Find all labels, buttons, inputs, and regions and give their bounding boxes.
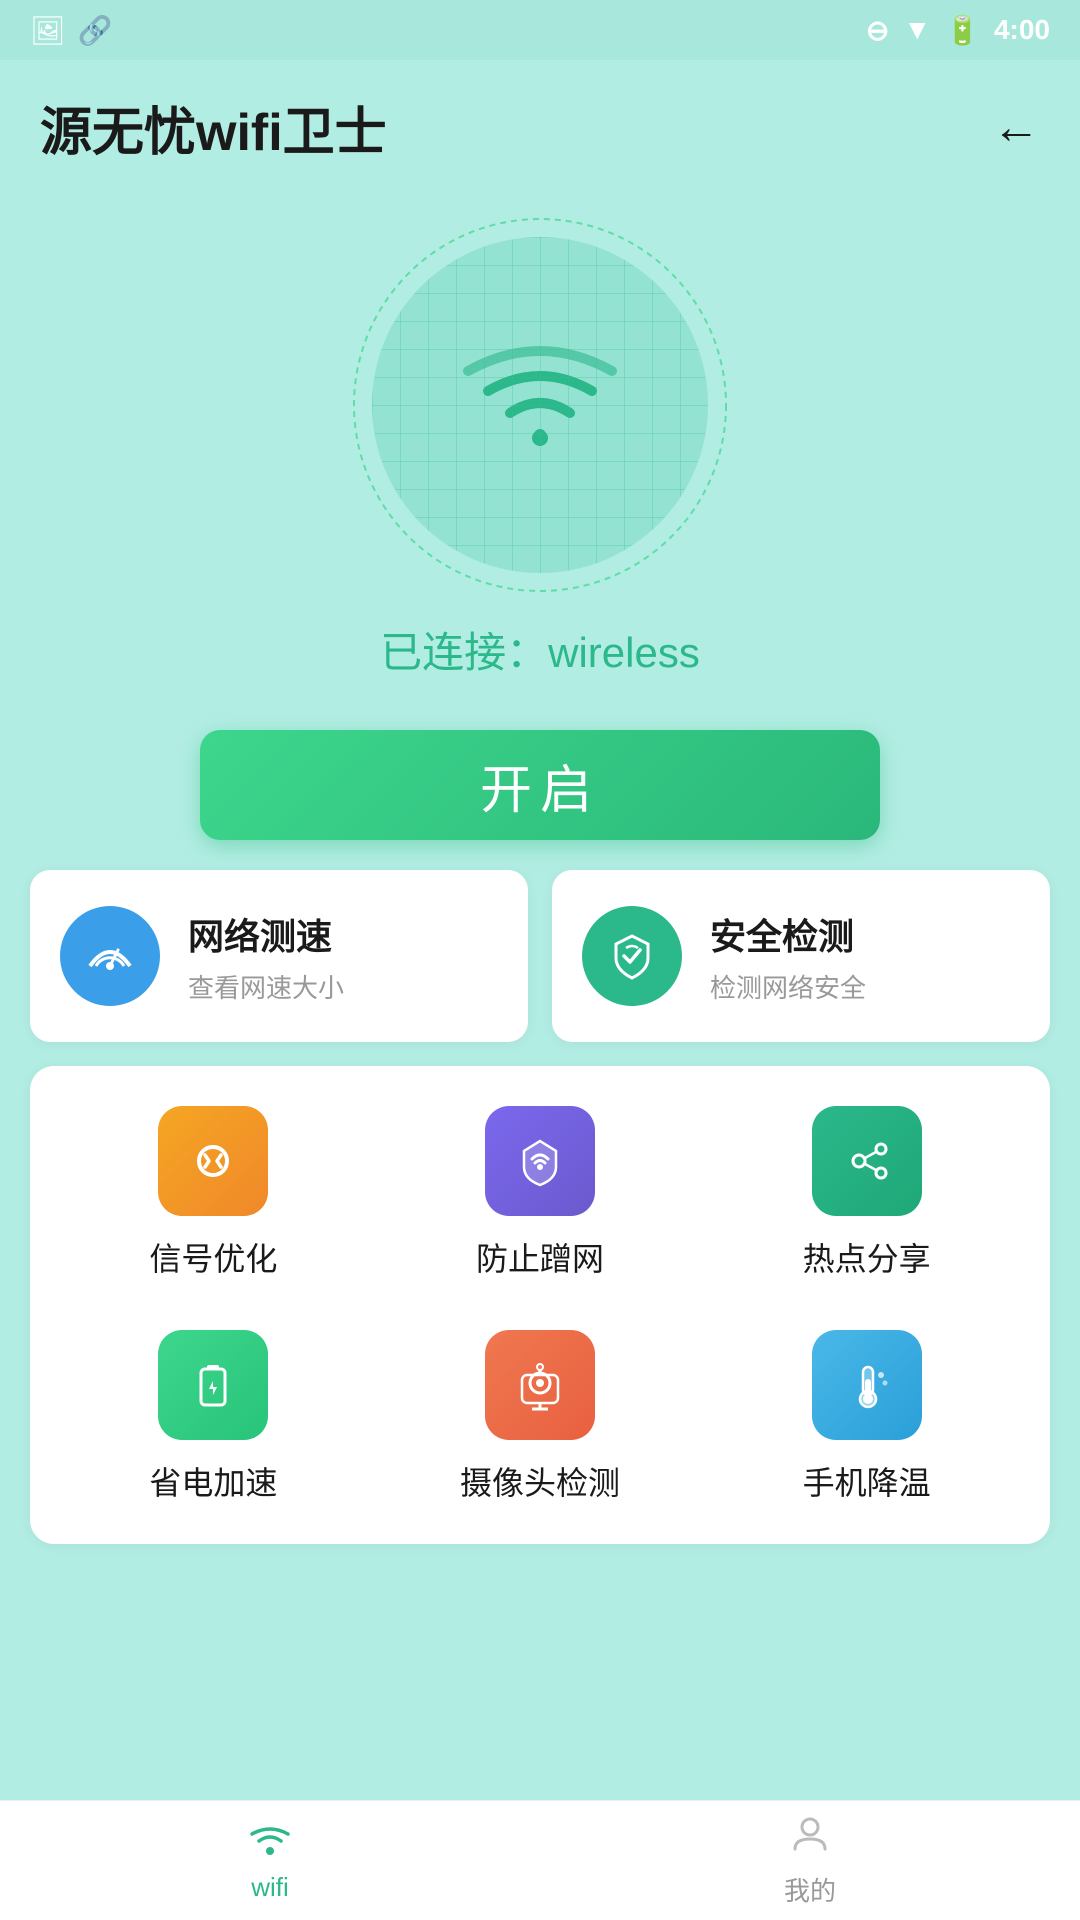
signal-optimize-item[interactable]: 信号优化 bbox=[113, 1106, 313, 1280]
status-bar: 🖼 🔗 ⊖ ▼ 🔋 4:00 bbox=[0, 0, 1080, 60]
prevent-freeload-icon bbox=[485, 1106, 595, 1216]
phone-cool-label: 手机降温 bbox=[803, 1458, 931, 1504]
radar-section: 已连接：wireless bbox=[0, 185, 1080, 700]
speed-test-text: 网络测速 查看网速大小 bbox=[188, 908, 344, 1005]
start-button[interactable]: 开启 bbox=[200, 730, 880, 840]
camera-detect-item[interactable]: 摄像头检测 bbox=[440, 1330, 640, 1504]
security-check-icon bbox=[582, 906, 682, 1006]
phone-cool-icon bbox=[812, 1330, 922, 1440]
signal-optimize-icon bbox=[158, 1106, 268, 1216]
speed-test-icon bbox=[60, 906, 160, 1006]
battery-icon: 🔋 bbox=[945, 14, 980, 47]
battery-save-label: 省电加速 bbox=[149, 1458, 277, 1504]
wifi-nav-tab[interactable]: wifi bbox=[0, 1801, 540, 1920]
security-check-title: 安全检测 bbox=[710, 908, 866, 960]
status-right-icons: ⊖ ▼ 🔋 4:00 bbox=[866, 14, 1050, 47]
radar-grid bbox=[372, 237, 708, 573]
signal-icon: ⊖ bbox=[866, 14, 889, 47]
security-check-text: 安全检测 检测网络安全 bbox=[710, 908, 866, 1005]
bottom-nav: wifi 我的 bbox=[0, 1800, 1080, 1920]
grid-panel: 信号优化 防止蹭网 bbox=[30, 1066, 1050, 1544]
header: 源无忧wifi卫士 ← bbox=[0, 60, 1080, 185]
security-check-subtitle: 检测网络安全 bbox=[710, 968, 866, 1005]
link-icon: 🔗 bbox=[78, 14, 113, 47]
start-button-label: 开启 bbox=[480, 748, 600, 823]
hotspot-share-item[interactable]: 热点分享 bbox=[767, 1106, 967, 1280]
prevent-freeload-label: 防止蹭网 bbox=[476, 1234, 604, 1280]
app-title: 源无忧wifi卫士 bbox=[40, 90, 387, 165]
battery-save-icon bbox=[158, 1330, 268, 1440]
hotspot-share-icon bbox=[812, 1106, 922, 1216]
wifi-nav-icon bbox=[249, 1818, 291, 1866]
grid-row-1: 信号优化 防止蹭网 bbox=[50, 1106, 1030, 1280]
clock: 4:00 bbox=[994, 14, 1050, 46]
image-icon: 🖼 bbox=[30, 14, 66, 47]
radar-inner bbox=[372, 237, 708, 573]
radar-container bbox=[350, 215, 730, 595]
wifi-nav-label: wifi bbox=[251, 1872, 289, 1903]
speed-test-subtitle: 查看网速大小 bbox=[188, 968, 344, 1005]
prevent-freeload-item[interactable]: 防止蹭网 bbox=[440, 1106, 640, 1280]
my-nav-icon bbox=[789, 1813, 831, 1865]
connected-text: 已连接：wireless bbox=[380, 619, 700, 680]
grid-row-2: 省电加速 摄像头检测 bbox=[50, 1330, 1030, 1504]
speed-test-card[interactable]: 网络测速 查看网速大小 bbox=[30, 870, 528, 1042]
wifi-status-icon: ▼ bbox=[903, 14, 931, 46]
speed-test-title: 网络测速 bbox=[188, 908, 344, 960]
my-nav-label: 我的 bbox=[784, 1871, 836, 1908]
camera-detect-icon bbox=[485, 1330, 595, 1440]
camera-detect-label: 摄像头检测 bbox=[460, 1458, 620, 1504]
security-check-card[interactable]: 安全检测 检测网络安全 bbox=[552, 870, 1050, 1042]
status-left-icons: 🖼 🔗 bbox=[30, 14, 112, 47]
battery-save-item[interactable]: 省电加速 bbox=[113, 1330, 313, 1504]
signal-optimize-label: 信号优化 bbox=[149, 1234, 277, 1280]
my-nav-tab[interactable]: 我的 bbox=[540, 1801, 1080, 1920]
cards-row: 网络测速 查看网速大小 安全检测 检测网络安全 bbox=[0, 870, 1080, 1042]
back-button[interactable]: ← bbox=[992, 100, 1040, 155]
phone-cool-item[interactable]: 手机降温 bbox=[767, 1330, 967, 1504]
hotspot-share-label: 热点分享 bbox=[803, 1234, 931, 1280]
